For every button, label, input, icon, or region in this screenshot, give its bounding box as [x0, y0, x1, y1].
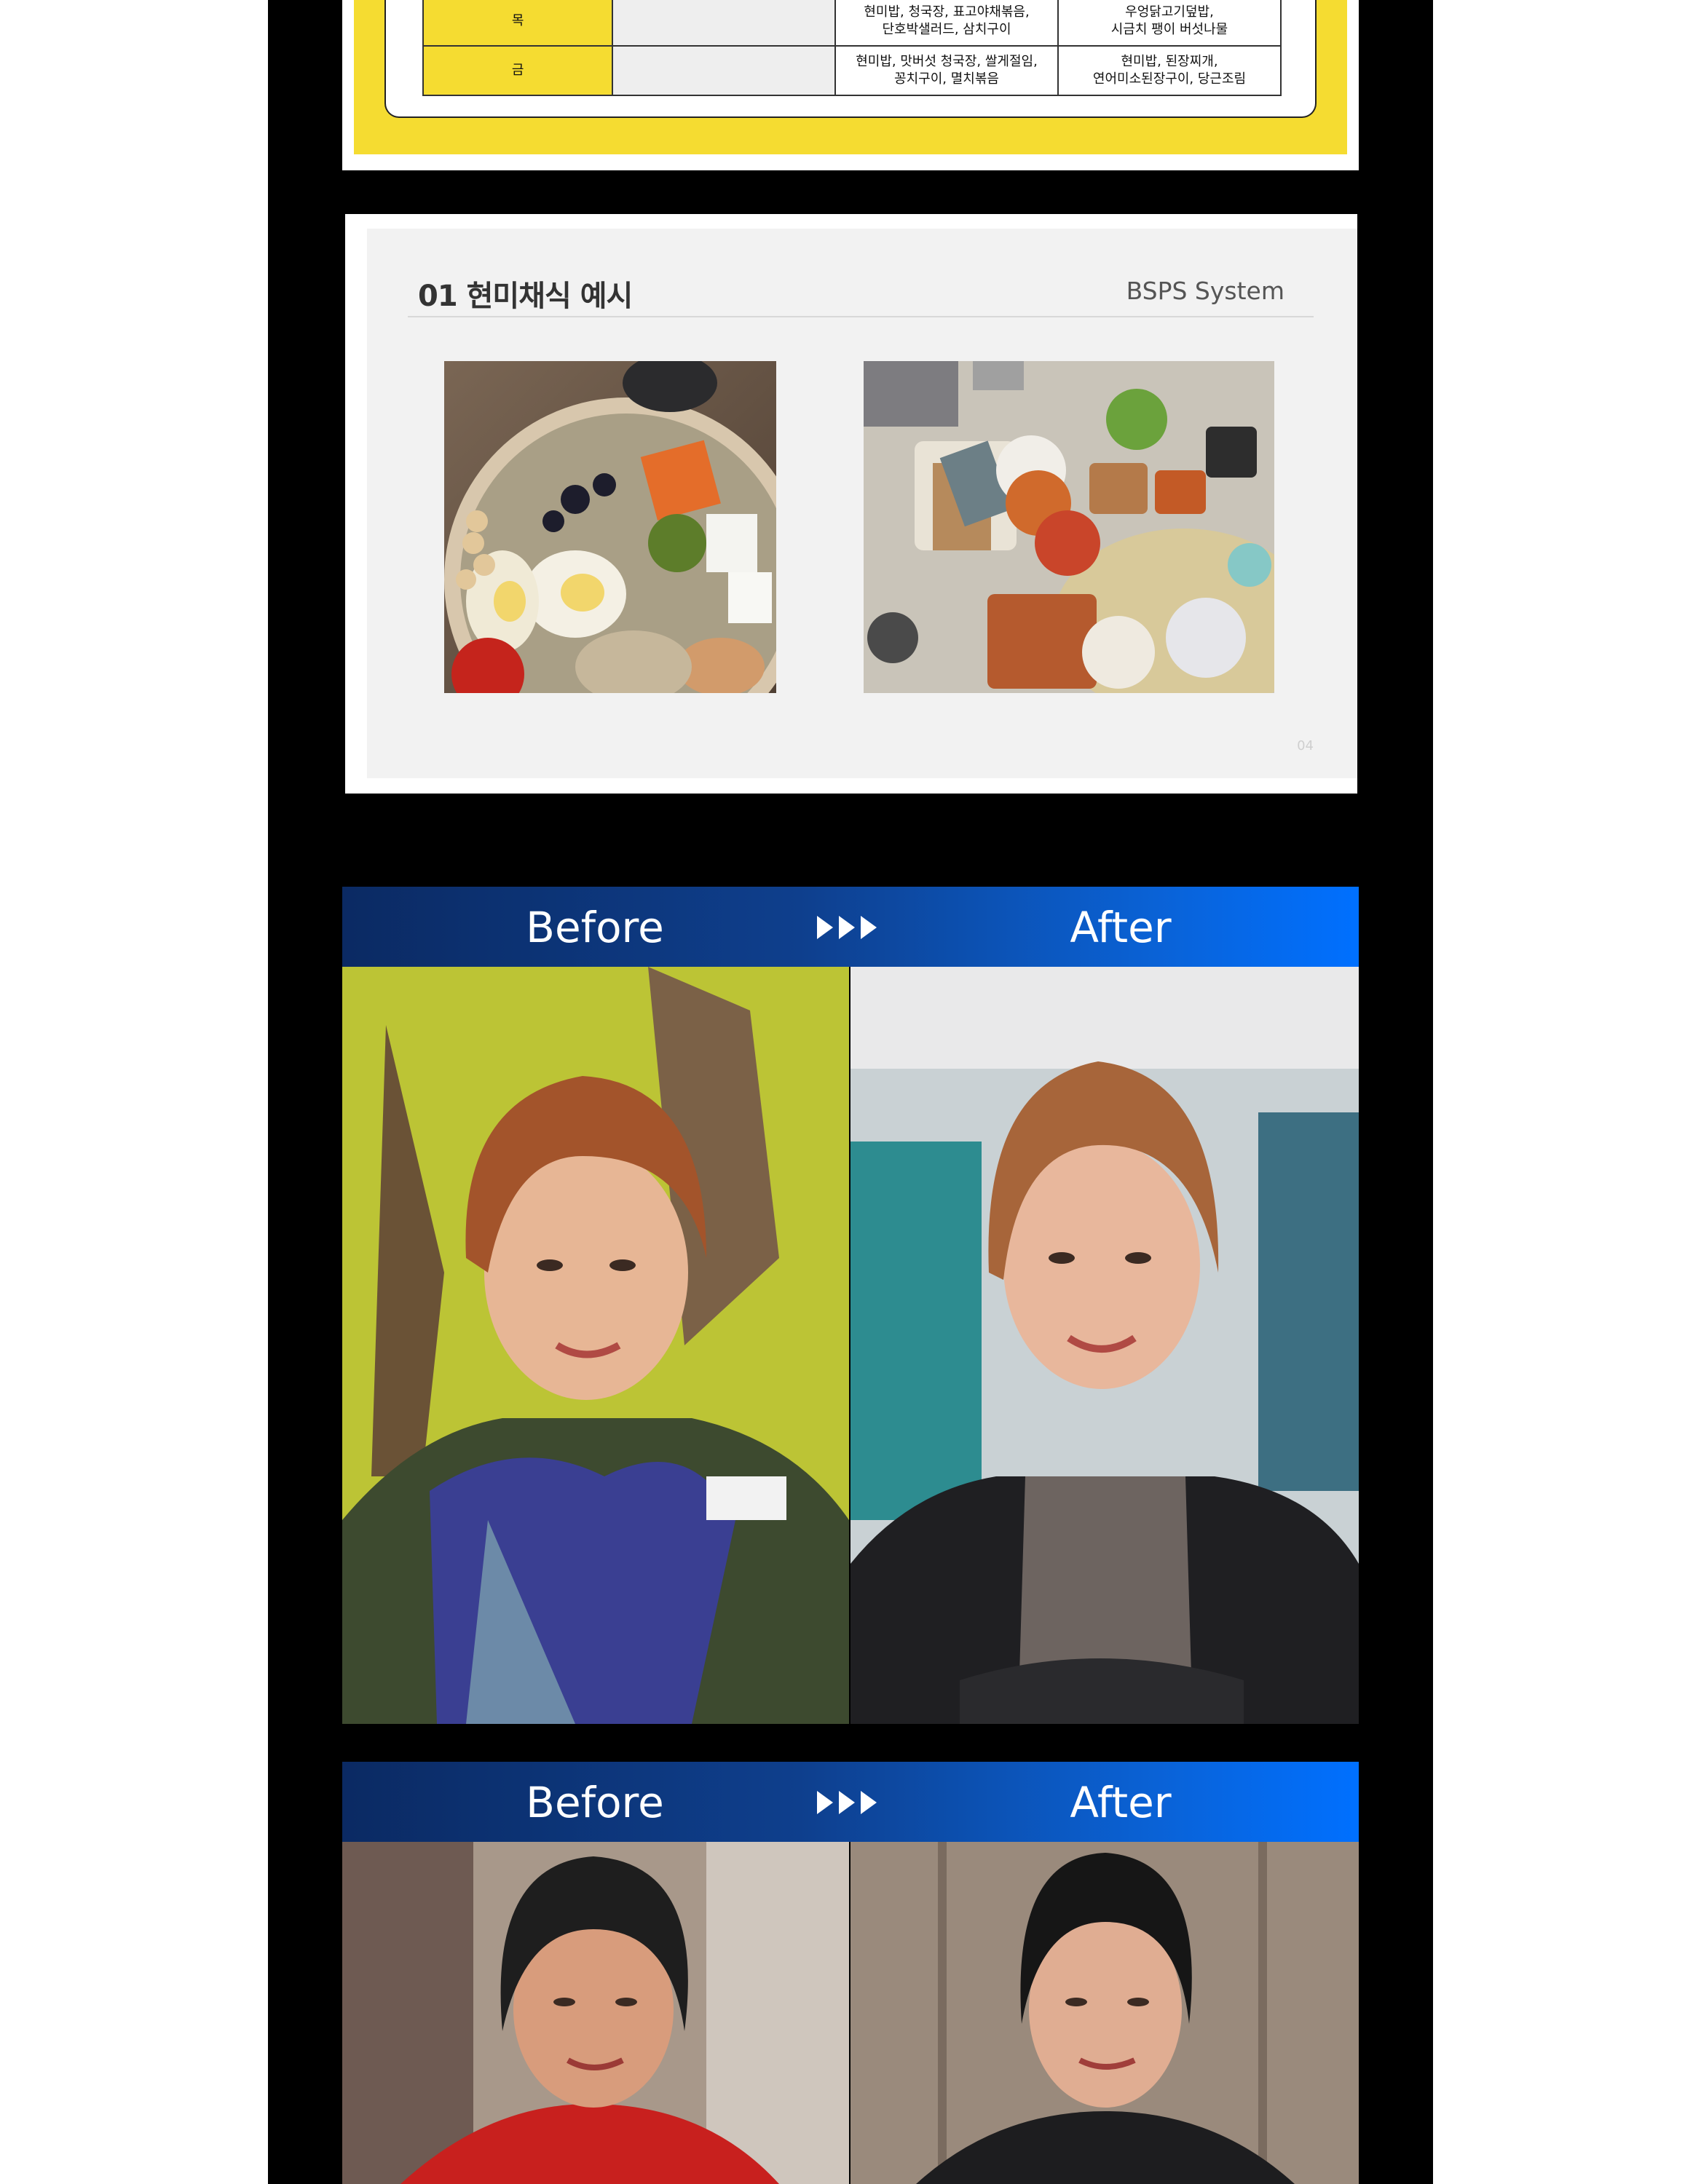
slide-divider [408, 316, 1314, 317]
before-photo [342, 967, 849, 1724]
before-after-comparison: Before After [342, 887, 1359, 1727]
day-cell: 목 [422, 0, 614, 47]
table-row: 금 현미밥, 맛버섯 청국장, 쌀게절임, 꽁치구이, 멸치볶음 현미밥, 된장… [422, 45, 1282, 96]
slide-body: 01 현미채식 예시 BSPS System 04 [367, 229, 1357, 778]
content-column: 목 현미밥, 청국장, 표고야채볶음, 단호박샐러드, 삼치구이 우엉닭고기덮밥… [268, 0, 1433, 2184]
empty-cell [612, 45, 837, 96]
day-cell: 금 [422, 45, 614, 96]
slide-title: 01 현미채식 예시 [418, 280, 633, 313]
after-photo [850, 1842, 1359, 2184]
before-portrait-image [342, 967, 849, 1724]
menu-cell: 현미밥, 청국장, 표고야채볶음, 단호박샐러드, 삼치구이 [834, 0, 1059, 47]
after-label: After [1070, 1778, 1172, 1827]
before-after-header: Before After [342, 1762, 1359, 1842]
meal-plan-yellow-panel: 목 현미밥, 청국장, 표고야채볶음, 단호박샐러드, 삼치구이 우엉닭고기덮밥… [354, 0, 1347, 154]
empty-cell [612, 0, 837, 47]
meal-table: 목 현미밥, 청국장, 표고야채볶음, 단호박샐러드, 삼치구이 우엉닭고기덮밥… [422, 0, 1282, 96]
before-portrait-image [342, 1842, 849, 2184]
korean-table-meal-photo [864, 361, 1274, 693]
slide-page-number: 04 [1297, 738, 1314, 753]
table-row: 목 현미밥, 청국장, 표고야채볶음, 단호박샐러드, 삼치구이 우엉닭고기덮밥… [422, 0, 1282, 47]
meal-plan-card: 목 현미밥, 청국장, 표고야채볶음, 단호박샐러드, 삼치구이 우엉닭고기덮밥… [342, 0, 1359, 170]
after-label: After [1070, 903, 1172, 952]
after-photo [850, 967, 1359, 1724]
menu-cell: 우엉닭고기덮밥, 시금치 팽이 버섯나물 [1057, 0, 1282, 47]
slide-brand: BSPS System [1126, 277, 1284, 305]
before-label: Before [526, 903, 664, 952]
diet-example-slide: 01 현미채식 예시 BSPS System 04 [345, 214, 1357, 794]
before-after-comparison: Before After [342, 1762, 1359, 2184]
after-portrait-image [850, 967, 1359, 1724]
menu-cell: 현미밥, 된장찌개, 연어미소된장구이, 당근조림 [1057, 45, 1282, 96]
korean-meal-image [864, 361, 1274, 693]
after-portrait-image [850, 1842, 1359, 2184]
salad-bowl-photo [444, 361, 776, 693]
before-photo [342, 1842, 849, 2184]
before-label: Before [526, 1778, 664, 1827]
salad-bowl-image [444, 361, 776, 693]
before-after-header: Before After [342, 887, 1359, 967]
triple-arrow-icon [816, 1789, 881, 1819]
menu-cell: 현미밥, 맛버섯 청국장, 쌀게절임, 꽁치구이, 멸치볶음 [834, 45, 1059, 96]
triple-arrow-icon [816, 914, 881, 943]
